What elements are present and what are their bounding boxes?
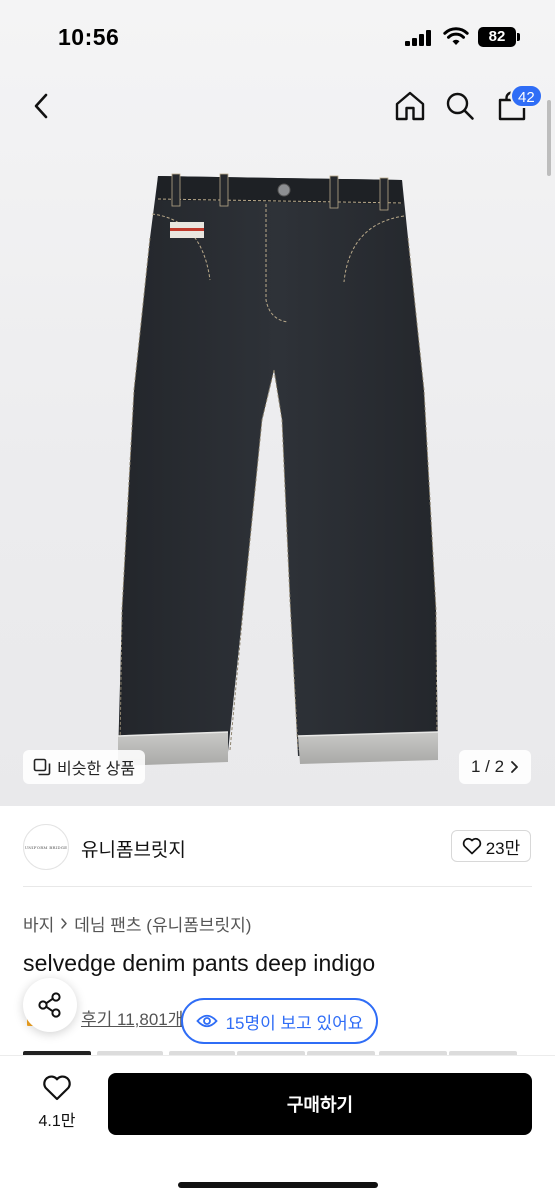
status-time: 10:56	[58, 24, 120, 50]
page-indicator-text: 1 / 2	[470, 757, 505, 776]
home-icon	[395, 91, 425, 121]
battery-cap	[517, 33, 520, 41]
brand-row: UNIFORM BRIDGE 유니폼브릿지 23만	[0, 820, 555, 886]
brand-like-count: 23만	[485, 838, 521, 858]
similar-items-icon	[33, 758, 51, 776]
cellular-signal-icon	[405, 30, 431, 46]
brand-logo-text: UNIFORM BRIDGE	[24, 844, 68, 850]
scrollbar-thumb[interactable]	[547, 100, 551, 176]
live-viewers-badge: 15명이 보고 있어요	[181, 998, 378, 1044]
heart-icon	[462, 837, 481, 855]
breadcrumb-item-denim[interactable]: 데님 팬츠 (유니폼브릿지)	[74, 911, 251, 936]
search-icon	[446, 92, 474, 120]
home-button[interactable]	[391, 86, 429, 126]
chevron-right-icon	[61, 918, 68, 929]
heart-icon	[43, 1075, 71, 1101]
back-icon	[34, 93, 48, 119]
search-button[interactable]	[441, 86, 479, 126]
status-bar: 10:56 82	[0, 0, 555, 72]
home-indicator[interactable]	[178, 1182, 378, 1188]
top-navigation	[0, 80, 555, 130]
share-icon	[38, 992, 61, 1018]
product-photo-jeans	[117, 173, 439, 766]
review-count-link[interactable]: 후기 11,801개	[81, 1005, 183, 1030]
wifi-icon	[443, 27, 469, 45]
breadcrumb: 바지 데님 팬츠 (유니폼브릿지)	[23, 911, 251, 936]
bottom-action-bar: 4.1만 구매하기	[0, 1055, 555, 1200]
chevron-right-icon	[511, 761, 518, 773]
divider	[23, 886, 532, 887]
product-image-gallery[interactable]: 10:56 82 42 비슷한 상품 1 / 2	[0, 0, 555, 806]
image-page-indicator[interactable]: 1 / 2	[459, 750, 531, 784]
share-button[interactable]	[23, 978, 77, 1032]
live-viewers-text: 15명이 보고 있어요	[225, 1013, 364, 1033]
back-button[interactable]	[24, 86, 58, 126]
buy-button[interactable]: 구매하기	[108, 1073, 532, 1135]
brand-name[interactable]: 유니폼브릿지	[81, 835, 186, 862]
similar-items-label: 비슷한 상품	[57, 761, 136, 778]
breadcrumb-item-pants[interactable]: 바지	[23, 911, 54, 936]
wishlist-button[interactable]: 4.1만	[29, 1074, 85, 1136]
product-title: selvedge denim pants deep indigo	[23, 950, 376, 976]
eye-icon	[195, 1014, 218, 1028]
battery-indicator: 82	[478, 27, 516, 47]
brand-like-button[interactable]: 23만	[451, 830, 531, 862]
brand-logo[interactable]: UNIFORM BRIDGE	[23, 824, 69, 870]
similar-items-button[interactable]: 비슷한 상품	[23, 750, 146, 784]
wishlist-count: 4.1만	[38, 1113, 76, 1130]
cart-count-badge: 42	[510, 84, 543, 108]
